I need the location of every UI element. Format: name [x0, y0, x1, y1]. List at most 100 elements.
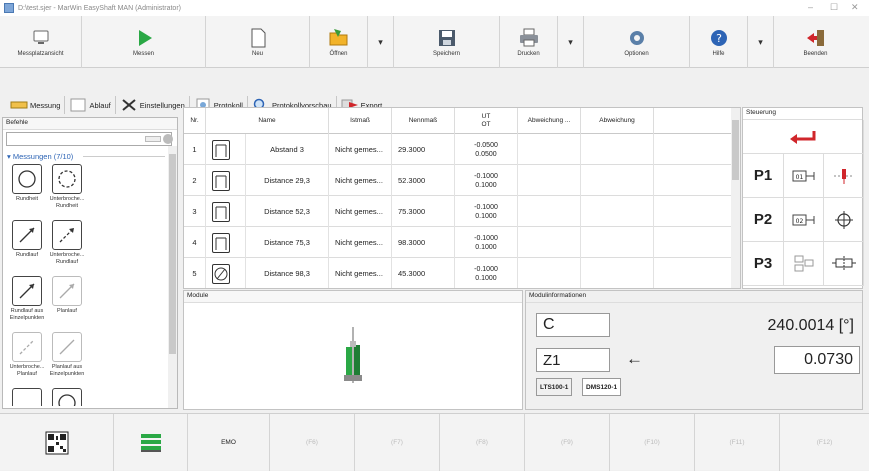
p2-button[interactable]: P2 — [743, 198, 784, 242]
table-row[interactable]: 5 Distance 98,3 Nicht gemes... 45.3000 -0.10… — [184, 258, 732, 288]
layers-button[interactable] — [114, 414, 188, 471]
abw2-cell — [581, 165, 654, 196]
distance-feature-icon — [212, 170, 230, 191]
hilfe-label: Hilfe — [712, 50, 725, 57]
command-rundheit[interactable]: Rundheit — [7, 164, 47, 203]
minimize-button[interactable]: – — [808, 2, 813, 12]
svg-text:02: 02 — [795, 218, 803, 225]
oeffnen-button[interactable]: Öffnen — [310, 16, 368, 68]
tab-dms120-1[interactable]: DMS120-1 — [582, 378, 622, 396]
name-cell: Distance 98,3 — [246, 258, 329, 288]
tab-messung[interactable]: Messung — [0, 96, 66, 114]
gear-icon[interactable] — [163, 134, 173, 144]
abw1-cell — [518, 134, 581, 165]
command-label: Planlauf aus Einzelpunkten — [49, 364, 85, 377]
nr-cell: 3 — [184, 196, 206, 227]
col-name[interactable]: Name — [206, 108, 329, 134]
command-label: Unterbroche... Planlauf — [9, 364, 45, 377]
abw2-cell — [581, 134, 654, 165]
col-ut-ot[interactable]: UT OT — [455, 108, 518, 134]
qr-code-icon — [45, 431, 68, 454]
tab-lts100-1[interactable]: LTS100-1 — [536, 378, 573, 396]
command-label: Rundlauf — [15, 252, 39, 258]
optionen-button[interactable]: Optionen — [584, 16, 690, 68]
f6-button[interactable]: (F6) — [270, 414, 355, 471]
command-rundlauf[interactable]: Rundlauf — [7, 220, 47, 259]
hilfe-dropdown[interactable]: ▾ — [748, 16, 774, 68]
position-02-icon: 02 — [792, 214, 814, 225]
scroll-thumb[interactable] — [732, 120, 739, 180]
oeffnen-dropdown[interactable]: ▾ — [368, 16, 394, 68]
nr-cell: 5 — [184, 258, 206, 288]
p3-button[interactable]: P3 — [743, 242, 784, 286]
crosshair-button[interactable] — [824, 198, 864, 242]
beenden-button[interactable]: Beenden — [774, 16, 857, 68]
speichern-button[interactable]: Speichern — [394, 16, 500, 68]
command-unterbrochene-rundheit[interactable]: Unterbroche... Rundheit — [47, 164, 87, 209]
f12-button[interactable]: (F12) — [780, 414, 869, 471]
f7-button[interactable]: (F7) — [355, 414, 440, 471]
measure-length-button[interactable] — [824, 242, 864, 286]
col-nennmass[interactable]: Nennmaß — [392, 108, 455, 134]
befehle-search-input[interactable] — [6, 132, 173, 146]
command-unterbrochener-planlauf[interactable]: Unterbroche... Planlauf — [7, 332, 47, 377]
position-02-button[interactable]: 02 — [784, 198, 824, 242]
command-unterbrochener-rundlauf[interactable]: Unterbroche... Rundlauf — [47, 220, 87, 265]
hilfe-button[interactable]: ? Hilfe — [690, 16, 748, 68]
name-cell: Distance 29,3 — [246, 165, 329, 196]
oeffnen-label: Öffnen — [329, 50, 348, 57]
close-button[interactable]: ✕ — [851, 2, 859, 13]
help-icon: ? — [708, 28, 730, 48]
abw1-cell — [518, 227, 581, 258]
tab-einstellungen[interactable]: Einstellungen — [116, 96, 190, 114]
table-scrollbar[interactable] — [731, 108, 740, 288]
command-partial-2[interactable] — [47, 388, 87, 406]
table-row[interactable]: 3 Distance 52,3 Nicht gemes... 75.3000 -0.10… — [184, 196, 732, 227]
table-row[interactable]: 1 Abstand 3 Nicht gemes... 29.3000 -0.0500 0.… — [184, 134, 732, 165]
f10-button[interactable]: (F10) — [610, 414, 695, 471]
ut-value: -0.1000 — [474, 172, 498, 180]
nennmass-cell: 75.3000 — [392, 196, 455, 227]
probe-button[interactable] — [824, 154, 864, 198]
messungen-group-header[interactable]: ▾ Messungen (7/10) — [7, 152, 73, 161]
drucken-button[interactable]: Drucken — [500, 16, 558, 68]
command-partial-1[interactable] — [7, 388, 47, 406]
command-planlauf-einzelpunkte[interactable]: Planlauf aus Einzelpunkten — [47, 332, 87, 377]
position-01-button[interactable]: 01 — [784, 154, 824, 198]
crosshair-icon — [834, 210, 853, 229]
col-abweichung-1[interactable]: Abweichung ... — [518, 108, 581, 134]
nr-cell: 1 — [184, 134, 206, 165]
nennmass-cell: 45.3000 — [392, 258, 455, 288]
f9-button[interactable]: (F9) — [525, 414, 610, 471]
table-row[interactable]: 4 Distance 75,3 Nicht gemes... 98.3000 -0.10… — [184, 227, 732, 258]
module-3d-view[interactable] — [338, 327, 368, 389]
ot-value: 0.1000 — [475, 181, 497, 189]
col-nr[interactable]: Nr. — [184, 108, 206, 134]
nennmass-cell: 29.3000 — [392, 134, 455, 165]
qr-code-button[interactable] — [0, 414, 114, 471]
neu-button[interactable]: Neu — [206, 16, 310, 68]
p1-button[interactable]: P1 — [743, 154, 784, 198]
f11-button[interactable]: (F11) — [695, 414, 780, 471]
emo-button[interactable]: EMO — [188, 414, 270, 471]
messen-button[interactable]: Messen — [82, 16, 206, 68]
messplatzansicht-button[interactable]: Messplatzansicht — [0, 16, 82, 68]
maximize-button[interactable]: ☐ — [830, 2, 838, 13]
befehle-scrollbar[interactable] — [168, 146, 177, 408]
col-istmass[interactable]: Istmaß — [329, 108, 392, 134]
grid-positions-button[interactable] — [784, 242, 824, 286]
tab-ablauf[interactable]: Ablauf — [65, 96, 116, 114]
table-row[interactable]: 2 Distance 29,3 Nicht gemes... 52.3000 -0.10… — [184, 165, 732, 196]
drucken-dropdown[interactable]: ▾ — [558, 16, 584, 68]
ut-ot-cell: -0.1000 0.1000 — [455, 165, 518, 196]
scroll-thumb[interactable] — [169, 154, 176, 354]
command-rundlauf-einzelpunkte[interactable]: Rundlauf aus Einzelpunkten — [7, 276, 47, 321]
f8-button[interactable]: (F8) — [440, 414, 525, 471]
ut-value: -0.1000 — [474, 234, 498, 242]
nennmass-cell: 98.3000 — [392, 227, 455, 258]
p2-label: P2 — [753, 211, 773, 228]
command-planlauf[interactable]: Planlauf — [47, 276, 87, 315]
enter-button[interactable] — [743, 120, 864, 154]
col-abweichung-2[interactable]: Abweichung — [581, 108, 654, 134]
feature-icon-cell — [206, 196, 246, 227]
